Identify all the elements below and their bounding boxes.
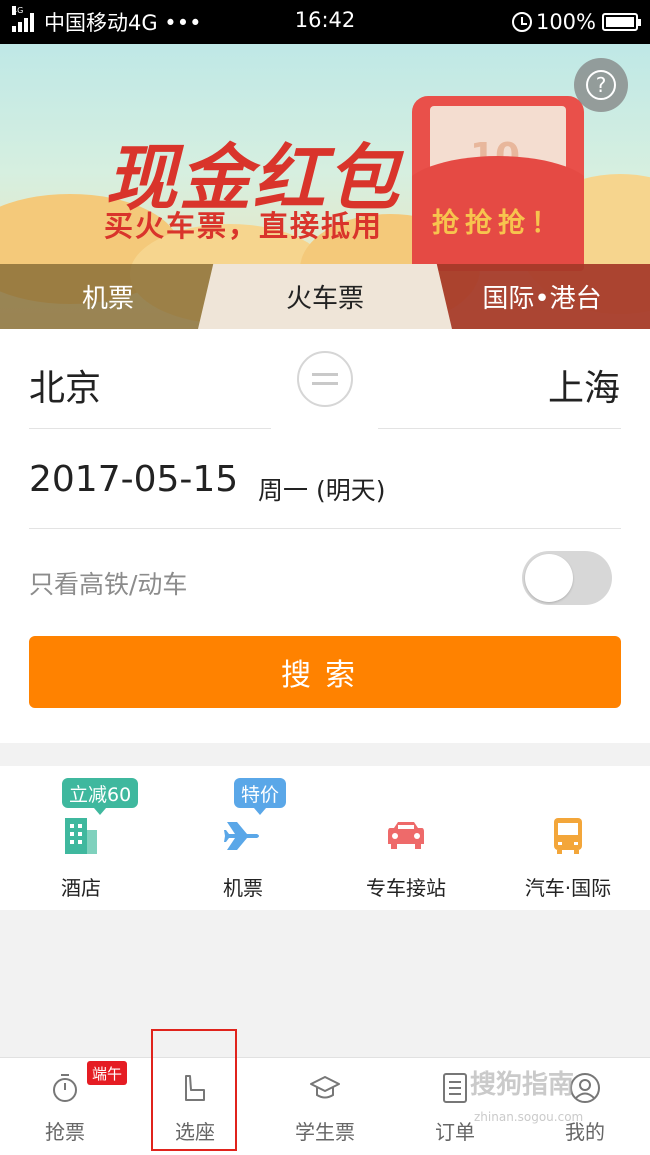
graduation-cap-icon (310, 1076, 340, 1099)
status-right: 100% (511, 8, 641, 36)
bus-icon (554, 818, 582, 854)
question-circle-icon: ? (586, 70, 616, 100)
car-icon (388, 822, 424, 849)
service-hotel[interactable]: 立减60 酒店 (0, 766, 162, 910)
badge-text: 立减60 (69, 783, 132, 806)
service-badge: 特价 (234, 778, 287, 815)
hotel-building-icon (65, 818, 97, 854)
alarm-icon (511, 12, 532, 32)
divider (29, 528, 621, 529)
from-city[interactable]: 北京 (29, 359, 101, 411)
battery-icon (602, 13, 641, 31)
battery-percent: 100% (535, 10, 596, 34)
red-envelope: 10 抢抢抢！ (412, 96, 584, 271)
service-label: 机票 (223, 876, 263, 900)
service-flights[interactable]: 特价 机票 (162, 766, 324, 910)
toggle-knob (525, 554, 573, 602)
search-button[interactable]: 搜索 (29, 636, 621, 708)
divider (29, 428, 271, 429)
to-city[interactable]: 上海 (548, 359, 620, 411)
status-bar: 4G 中国移动4G ••• 16:42 100% (0, 0, 650, 44)
envelope-cta: 抢抢抢！ (432, 208, 564, 239)
high-speed-toggle[interactable] (522, 551, 612, 605)
nav-student-tickets[interactable]: 学生票 (260, 1058, 390, 1155)
service-label: 汽车·国际 (524, 876, 612, 900)
service-station-pickup[interactable]: 专车接站 (325, 766, 487, 910)
divider (378, 428, 621, 429)
tab-flights[interactable]: 机票 (0, 264, 216, 329)
swap-cities-button[interactable] (297, 351, 353, 407)
stopwatch-icon (53, 1074, 77, 1102)
travel-date[interactable]: 2017-05-15 (29, 459, 238, 500)
service-bus-international[interactable]: 汽车·国际 (487, 766, 649, 910)
services-row: 立减60 酒店 特价 机票 专车接站 汽车·国际 (0, 766, 650, 910)
help-button[interactable]: ? (574, 58, 628, 112)
service-badge: 立减60 (62, 778, 139, 815)
tab-trains[interactable]: 火车票 (216, 264, 434, 329)
banner-subtitle: 买火车票，直接抵用 (104, 209, 384, 243)
list-icon (443, 1073, 467, 1103)
watermark-text: 搜狗指南 (470, 1070, 575, 1100)
watermark-url: zhinan.sogou.com (474, 1110, 584, 1124)
service-label: 专车接站 (366, 876, 446, 900)
badge-text: 特价 (241, 783, 280, 806)
swap-arrows-icon (312, 382, 338, 385)
tab-international[interactable]: 国际•港台 (434, 264, 650, 329)
seat-selection-highlight (151, 1029, 237, 1151)
nav-label: 学生票 (295, 1120, 355, 1144)
ticket-type-tabs: 机票 火车票 国际•港台 (0, 264, 650, 329)
nav-label: 抢票 (45, 1120, 85, 1144)
high-speed-filter-label: 只看高铁/动车 (29, 570, 188, 599)
travel-weekday[interactable]: 周一 (明天) (258, 471, 385, 507)
festival-badge: 端午 (87, 1061, 128, 1085)
search-form: 北京 上海 2017-05-15 周一 (明天) 只看高铁/动车 搜索 (0, 329, 650, 743)
airplane-icon (224, 822, 259, 850)
swap-arrows-icon (312, 373, 338, 376)
service-label: 酒店 (61, 876, 101, 900)
